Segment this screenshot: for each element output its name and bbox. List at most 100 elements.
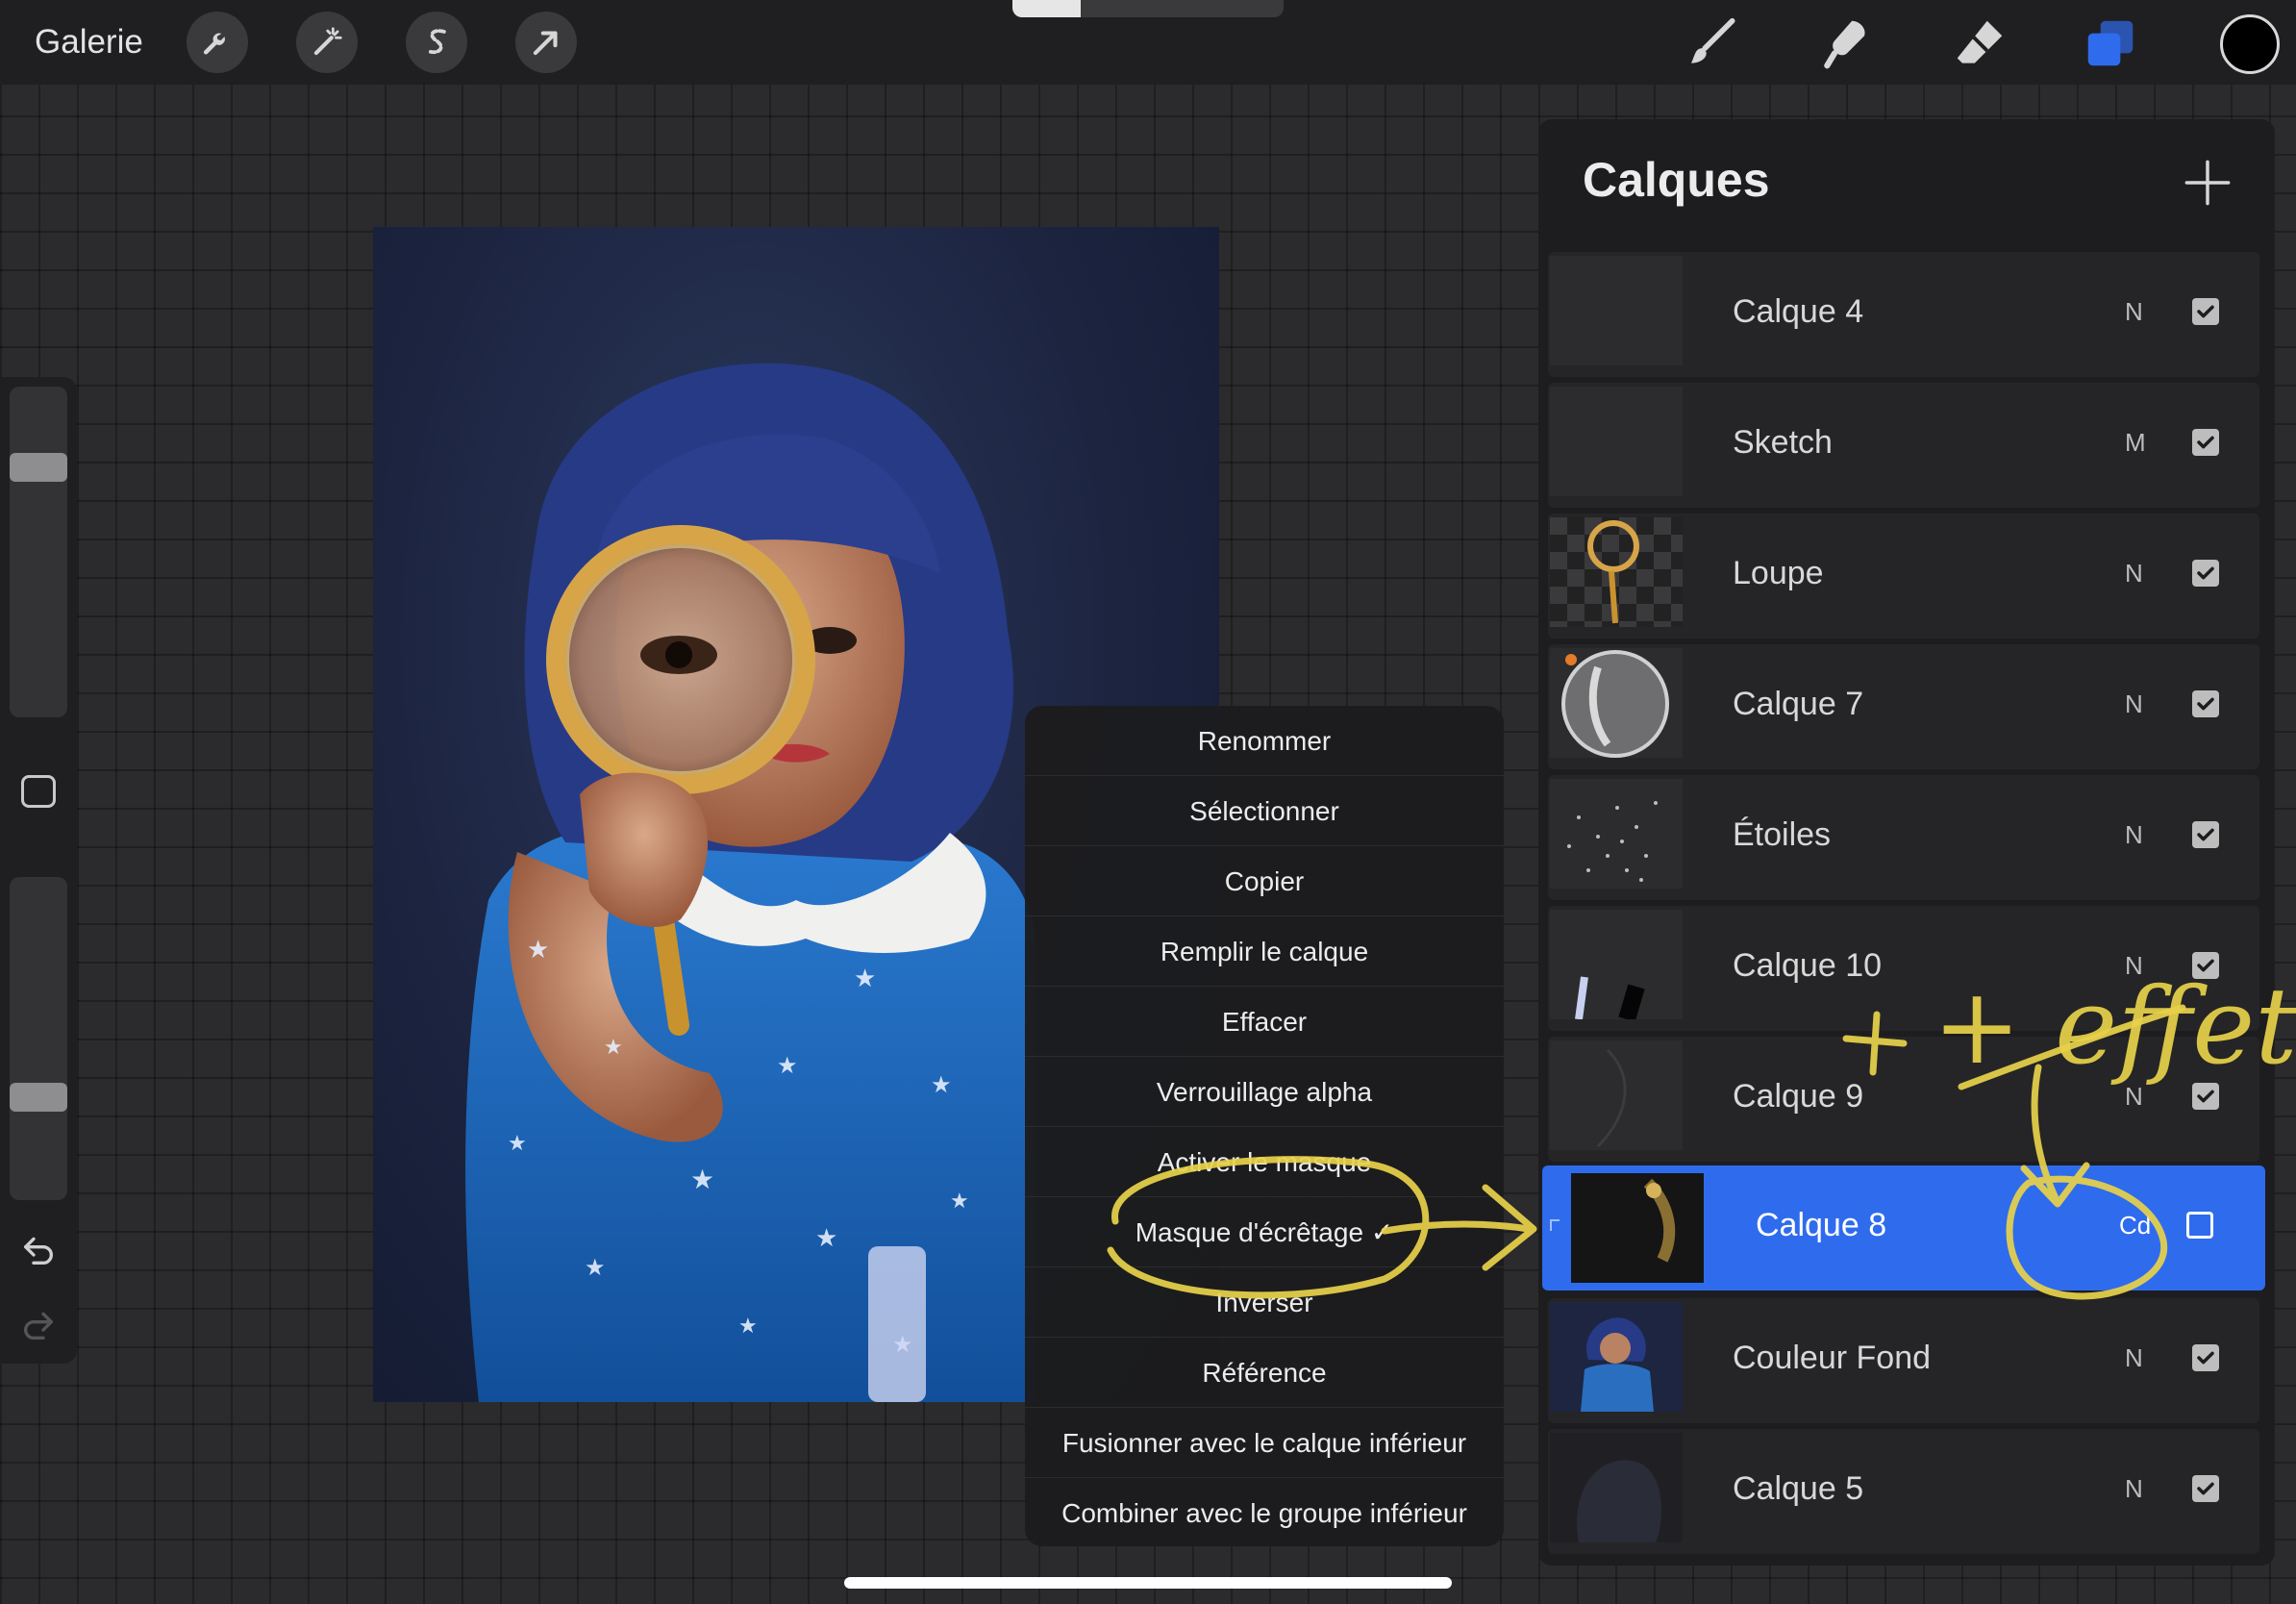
layers-icon — [2087, 20, 2134, 66]
layer-thumbnail — [1550, 1040, 1683, 1150]
modifier-square-button[interactable] — [21, 775, 56, 808]
eraser-button[interactable] — [1950, 13, 2009, 73]
menu-item-reference[interactable]: Référence — [1025, 1338, 1504, 1408]
checkmark-icon — [2197, 1482, 2214, 1495]
selection-button[interactable] — [406, 12, 467, 73]
menu-item-verrouillage-alpha[interactable]: Verrouillage alpha — [1025, 1057, 1504, 1127]
home-indicator — [844, 1577, 1452, 1589]
layer-visibility-checkbox[interactable] — [2192, 298, 2219, 325]
layer-thumbnail — [1550, 517, 1683, 627]
layer-visibility-checkbox[interactable] — [2192, 1344, 2219, 1371]
blend-mode-button[interactable]: N — [2125, 252, 2143, 371]
layer-name: Loupe — [1733, 555, 1824, 591]
stars-thumbnail-icon — [1567, 801, 1658, 882]
blend-mode-button[interactable]: N — [2125, 775, 2143, 894]
top-toolbar: Galerie — [0, 0, 2296, 85]
eraser-icon — [1957, 20, 2003, 63]
smudge-button[interactable] — [1817, 13, 1877, 73]
undo-icon[interactable] — [17, 1231, 60, 1269]
checkmark-icon — [2197, 436, 2214, 449]
brush-size-indicator — [1012, 0, 1284, 17]
svg-text:★: ★ — [585, 1254, 606, 1281]
magnifier-thumbnail-icon — [1587, 520, 1639, 624]
actions-button[interactable] — [187, 12, 248, 73]
magic-wand-icon — [313, 27, 342, 56]
transform-arrow-icon — [533, 31, 558, 56]
brush-size-slider-handle[interactable] — [10, 453, 67, 483]
layer-name: Calque 5 — [1733, 1470, 1864, 1507]
wrench-icon — [203, 33, 225, 55]
color-picker-button[interactable] — [2220, 14, 2280, 74]
layer-row-calque-9[interactable]: Calque 9 N — [1548, 1037, 2259, 1162]
layer-row-calque-8[interactable]: Calque 8 Cd — [1542, 1165, 2265, 1291]
layers-button[interactable] — [2081, 13, 2140, 73]
brush-strokes-thumbnail-icon — [1575, 976, 1645, 1019]
menu-item-effacer[interactable]: Effacer — [1025, 987, 1504, 1057]
menu-item-remplir-le-calque[interactable]: Remplir le calque — [1025, 916, 1504, 987]
paint-brush-button[interactable] — [1683, 13, 1742, 73]
menu-item-masque-ecretage[interactable]: Masque d'écrêtage ✓ — [1025, 1197, 1504, 1267]
svg-text:★: ★ — [950, 1190, 969, 1214]
layer-visibility-checkbox[interactable] — [2192, 560, 2219, 587]
menu-item-copier[interactable]: Copier — [1025, 846, 1504, 916]
layer-visibility-checkbox[interactable] — [2192, 1475, 2219, 1502]
layer-visibility-checkbox[interactable] — [2192, 429, 2219, 456]
checkmark-icon — [2197, 1351, 2214, 1365]
layer-thumbnail — [1550, 1302, 1683, 1412]
layer-row-sketch[interactable]: Sketch M — [1548, 383, 2259, 508]
menu-item-activer-le-masque[interactable]: Activer le masque — [1025, 1127, 1504, 1197]
brush-icon — [1691, 17, 1735, 63]
layer-visibility-checkbox[interactable] — [2192, 952, 2219, 979]
svg-text:★: ★ — [854, 965, 876, 993]
brush-size-slider[interactable] — [10, 387, 67, 717]
blend-mode-button[interactable]: N — [2125, 644, 2143, 764]
brush-size-fill — [1012, 0, 1081, 17]
blend-mode-button[interactable]: N — [2125, 906, 2143, 1025]
layer-visibility-checkbox[interactable] — [2192, 1083, 2219, 1110]
layer-visibility-checkbox[interactable] — [2186, 1212, 2213, 1239]
plus-icon — [2184, 160, 2231, 206]
blend-mode-button[interactable]: N — [2125, 514, 2143, 633]
selection-icon — [427, 29, 446, 55]
opacity-slider-handle[interactable] — [10, 1083, 67, 1113]
menu-item-inverser[interactable]: Inverser — [1025, 1267, 1504, 1338]
blend-mode-button[interactable]: N — [2125, 1298, 2143, 1417]
opacity-slider[interactable] — [10, 877, 67, 1200]
svg-text:★: ★ — [527, 936, 549, 965]
checkmark-icon — [2197, 305, 2214, 318]
menu-item-renommer[interactable]: Renommer — [1025, 706, 1504, 776]
menu-item-selectionner[interactable]: Sélectionner — [1025, 776, 1504, 846]
transform-button[interactable] — [515, 12, 577, 73]
layer-visibility-checkbox[interactable] — [2192, 821, 2219, 848]
layer-name: Couleur Fond — [1733, 1340, 1932, 1376]
layer-thumbnail — [1550, 256, 1683, 365]
smudge-icon — [1824, 20, 1865, 69]
checkmark-icon — [2197, 959, 2214, 972]
layer-name: Étoiles — [1733, 816, 1832, 853]
blend-mode-button[interactable]: N — [2125, 1037, 2143, 1156]
layer-row-calque-10[interactable]: Calque 10 N — [1548, 906, 2259, 1031]
layer-name: Calque 7 — [1733, 686, 1864, 722]
gallery-button[interactable]: Galerie — [35, 21, 143, 63]
layer-row-loupe[interactable]: Loupe N — [1548, 514, 2259, 639]
blend-mode-button[interactable]: N — [2125, 1429, 2143, 1548]
layer-row-etoiles[interactable]: Étoiles N — [1548, 775, 2259, 900]
layer-row-calque-5[interactable]: Calque 5 N — [1548, 1429, 2259, 1554]
redo-icon[interactable] — [17, 1306, 60, 1344]
menu-item-fusionner[interactable]: Fusionner avec le calque inférieur — [1025, 1408, 1504, 1478]
layer-row-calque-7[interactable]: Calque 7 N — [1548, 644, 2259, 769]
checkmark-icon — [2197, 566, 2214, 580]
left-sidebar — [0, 377, 77, 1364]
adjustments-button[interactable] — [296, 12, 358, 73]
add-layer-button[interactable] — [2183, 158, 2233, 208]
line-thumbnail-icon — [1596, 1048, 1627, 1148]
layer-row-calque-4[interactable]: Calque 4 N — [1548, 252, 2259, 377]
checkmark-icon — [2197, 697, 2214, 711]
layer-row-couleur-fond[interactable]: Couleur Fond N — [1548, 1298, 2259, 1423]
layer-visibility-checkbox[interactable] — [2192, 690, 2219, 717]
svg-text:★: ★ — [690, 1164, 714, 1195]
layer-name: Calque 8 — [1756, 1207, 1887, 1243]
menu-item-combiner[interactable]: Combiner avec le groupe inférieur — [1025, 1478, 1504, 1546]
blend-mode-button[interactable]: Cd — [2119, 1165, 2151, 1285]
blend-mode-button[interactable]: M — [2125, 383, 2146, 502]
